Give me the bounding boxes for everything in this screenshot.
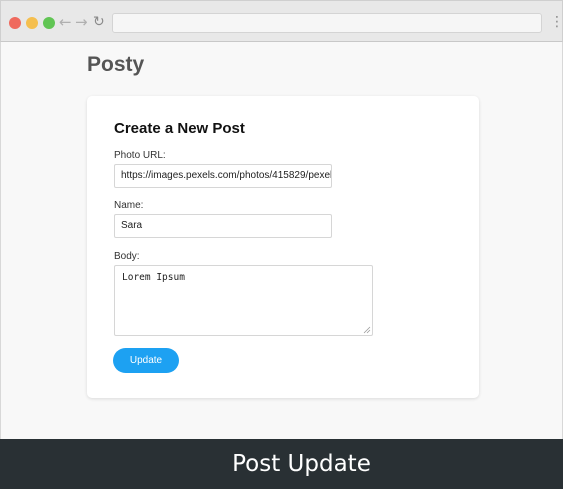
page-content: Posty Create a New Post Photo URL: https…: [0, 42, 563, 439]
resize-grip-icon[interactable]: [363, 326, 371, 334]
close-window-dot[interactable]: [9, 17, 21, 29]
browser-menu-icon[interactable]: ⋮: [550, 12, 563, 32]
photo-url-input[interactable]: https://images.pexels.com/photos/415829/…: [114, 164, 332, 188]
forward-arrow-icon[interactable]: →: [75, 12, 88, 32]
app-title: Posty: [87, 53, 145, 76]
name-input[interactable]: Sara: [114, 214, 332, 238]
create-post-card: Create a New Post Photo URL: https://ima…: [87, 96, 479, 398]
minimize-window-dot[interactable]: [26, 17, 38, 29]
maximize-window-dot[interactable]: [43, 17, 55, 29]
address-bar[interactable]: [112, 13, 542, 33]
back-arrow-icon[interactable]: ←: [59, 12, 72, 32]
form-title: Create a New Post: [114, 120, 245, 137]
caption-text: Post Update: [232, 451, 371, 477]
browser-toolbar: ← → ↻ ⋮: [0, 0, 563, 42]
reload-icon[interactable]: ↻: [93, 12, 105, 32]
body-text: Lorem Ipsum: [122, 272, 185, 283]
body-textarea[interactable]: Lorem Ipsum: [114, 265, 373, 336]
photo-url-label: Photo URL:: [114, 150, 166, 161]
name-label: Name:: [114, 200, 144, 211]
body-label: Body:: [114, 251, 140, 262]
update-button[interactable]: Update: [113, 348, 179, 373]
caption-bar: Post Update: [0, 439, 563, 489]
